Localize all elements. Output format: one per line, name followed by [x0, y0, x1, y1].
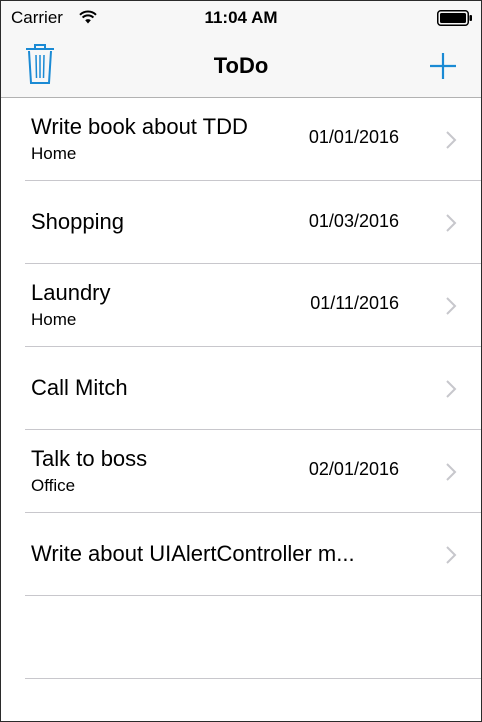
todo-title: Write about UIAlertController m... — [31, 541, 355, 566]
page-title: ToDo — [213, 53, 269, 78]
todo-row[interactable]: Talk to boss Office 02/01/2016 — [25, 430, 481, 513]
todo-date: 01/11/2016 — [310, 293, 399, 313]
app-window: Carrier 11:04 AM ToDo Write book about T… — [0, 0, 482, 722]
todo-row[interactable]: Call Mitch — [25, 347, 481, 430]
status-bar: Carrier 11:04 AM — [1, 1, 481, 35]
todo-row[interactable]: Write book about TDD Home 01/01/2016 — [25, 98, 481, 181]
chevron-right-icon — [446, 131, 457, 149]
chevron-right-icon — [446, 214, 457, 232]
chevron-right-icon — [446, 380, 457, 398]
chevron-right-icon — [446, 463, 457, 481]
chevron-right-icon — [446, 297, 457, 315]
todo-title: Shopping — [31, 209, 124, 234]
todo-title: Call Mitch — [31, 375, 128, 400]
todo-list: Write book about TDD Home 01/01/2016 Sho… — [1, 98, 481, 679]
todo-row[interactable]: Laundry Home 01/11/2016 — [25, 264, 481, 347]
todo-date: 02/01/2016 — [308, 459, 399, 479]
empty-row — [25, 596, 481, 679]
status-time: 11:04 AM — [204, 8, 278, 27]
navigation-bar: ToDo — [1, 35, 481, 98]
battery-icon — [437, 10, 472, 26]
todo-date: 01/03/2016 — [308, 211, 399, 231]
todo-row[interactable]: Write about UIAlertController m... — [25, 513, 481, 596]
plus-icon[interactable] — [429, 52, 457, 80]
todo-date: 01/01/2016 — [308, 127, 399, 147]
todo-title: Laundry — [31, 280, 111, 305]
todo-row[interactable]: Shopping 01/03/2016 — [25, 181, 481, 264]
chevron-right-icon — [446, 546, 457, 564]
todo-location: Office — [31, 476, 76, 495]
todo-title: Write book about TDD — [31, 114, 248, 139]
todo-title: Talk to boss — [31, 446, 148, 471]
todo-location: Home — [31, 144, 77, 163]
todo-location: Home — [31, 310, 77, 329]
